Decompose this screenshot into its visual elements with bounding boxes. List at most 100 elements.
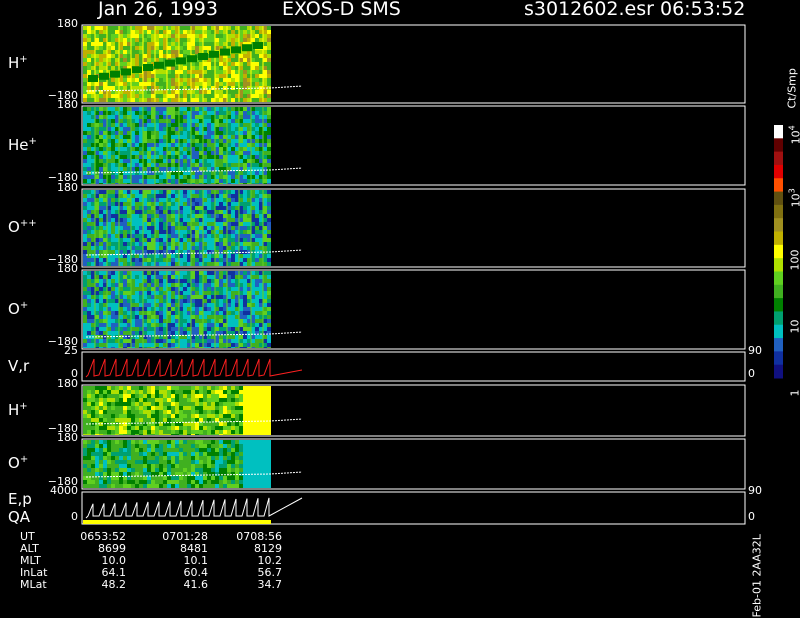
spectrogram-cell [199,440,203,444]
spectrogram-cell [187,402,191,406]
spectrogram-cell [151,406,155,410]
spectrogram-cell [267,58,271,62]
spectrogram-cell [255,456,259,460]
spectrogram-cell [155,394,159,398]
spectrogram-cell [195,66,199,70]
spectrogram-cell [83,456,87,460]
spectrogram-cell [83,402,87,406]
h-plus-track [154,62,164,69]
spectrogram-cell [183,484,187,488]
spectrogram-cell [107,456,111,460]
spectrogram-cell [203,398,207,402]
spectrogram-cell [259,456,263,460]
spectrogram-cell [195,123,199,127]
spectrogram-cell [123,238,127,242]
spectrogram-cell [135,226,139,230]
spectrogram-cell [167,434,171,435]
spectrogram-cell [87,230,91,234]
spectrogram-cell [263,476,267,480]
spectrogram-cell [195,402,199,406]
spectrogram-cell [91,484,95,488]
spectrogram-cell [171,410,175,414]
spectrogram-cell [179,464,183,468]
spectrogram-cell [227,440,231,444]
spectrogram-cell [123,26,127,30]
spectrogram-cell [183,262,187,266]
spectrogram-cell [115,430,119,434]
spectrogram-cell [123,402,127,406]
spectrogram-cell [111,331,115,335]
spectrogram-cell [111,472,115,476]
spectrogram-cell [87,291,91,295]
spectrogram-cell [147,468,151,472]
spectrogram-cell [183,295,187,299]
spectrogram-cell [143,440,147,444]
spectrogram-cell [247,386,251,390]
spectrogram-cell [199,480,203,484]
spectrogram-cell [167,440,171,444]
spectrogram-cell [207,394,211,398]
spectrogram-cell [159,175,163,179]
spectrogram-cell [111,448,115,452]
spectrogram-cell [123,258,127,262]
spectrogram-cell [255,258,259,262]
spectrogram-cell [111,299,115,303]
spectrogram-cell [263,452,267,456]
spectrogram-cell [123,299,127,303]
spectrogram-cell [115,468,119,472]
spectrogram-cell [171,202,175,206]
spectrogram-cell [255,107,259,111]
spectrogram-cell [223,414,227,418]
spectrogram-cell [159,135,163,139]
spectrogram-cell [95,398,99,402]
spectrogram-cell [183,179,187,183]
spectrogram-cell [147,418,151,422]
spectrogram-cell [183,291,187,295]
spectrogram-cell [147,311,151,315]
spectrogram-cell [147,198,151,202]
spectrogram-cell [83,347,87,348]
spectrogram-cell [91,430,95,434]
spectrogram-cell [223,452,227,456]
spectrogram-cell [195,94,199,98]
spectrogram-cell [87,303,91,307]
spectrogram-cell [87,131,91,135]
spectrogram-cell [107,414,111,418]
spectrogram-cell [111,452,115,456]
spectrogram-cell [115,402,119,406]
spectrogram-cell [171,159,175,163]
spectrogram-cell [115,456,119,460]
spectrogram-cell [87,279,91,283]
spectrogram-cell [99,38,103,42]
spectrogram-cell [195,246,199,250]
spectrogram-cell [255,230,259,234]
spectrogram-cell [183,426,187,430]
spectrogram-cell [147,275,151,279]
spectrogram-cell [207,434,211,435]
spectrogram-cell [255,303,259,307]
h-plus-track [187,55,197,62]
spectrogram-cell [203,418,207,422]
spectrogram-cell [83,151,87,155]
spectrogram-cell [99,214,103,218]
spectrogram-cell [99,464,103,468]
spectrogram-cell [183,347,187,348]
spectrogram-cell [103,390,107,394]
spectrogram-cell [147,26,151,30]
spectrogram-cell [155,410,159,414]
spectrogram-cell [131,480,135,484]
spectrogram-cell [91,440,95,444]
spectrogram-cell [183,402,187,406]
spectrogram-cell [247,422,251,426]
spectrogram-cell [243,398,247,402]
spectrogram-cell [159,347,163,348]
spectrogram-cell [231,452,235,456]
spectrogram-cell [239,426,243,430]
spectrogram-cell [259,406,263,410]
spectrogram-cell [151,472,155,476]
spectrogram-cell [83,339,87,343]
spectrogram-cell [155,430,159,434]
spectrogram-cell [83,42,87,46]
spectrogram-cell [239,464,243,468]
spectrogram-cell [171,218,175,222]
